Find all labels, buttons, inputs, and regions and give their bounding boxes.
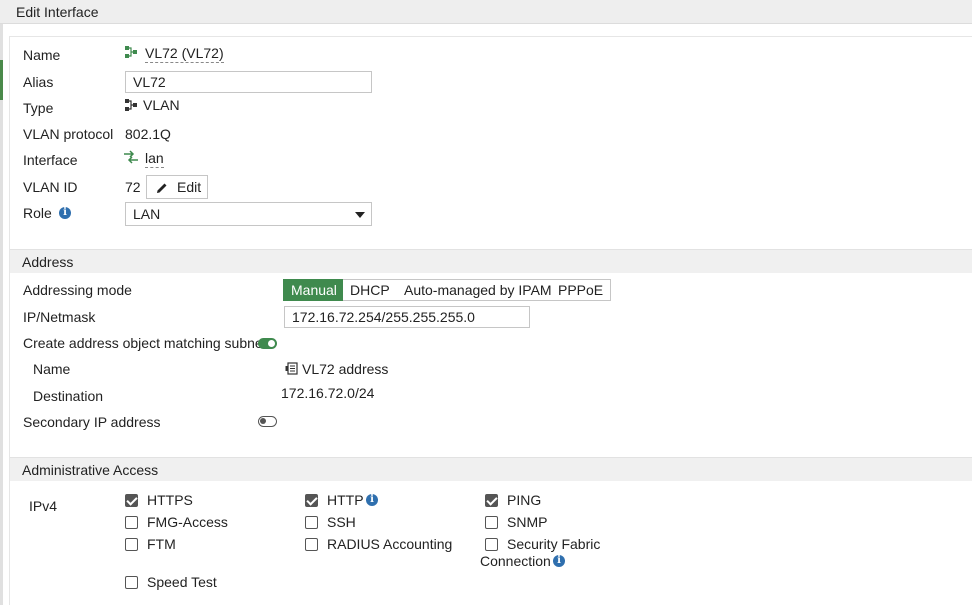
vlan-protocol-label: VLAN protocol <box>23 126 114 142</box>
security-fabric-label: Security Fabric <box>507 536 601 552</box>
https-checkbox[interactable] <box>125 494 138 507</box>
fmg-access-checkbox[interactable] <box>125 516 138 529</box>
type-value: VLAN <box>143 97 180 113</box>
alias-input[interactable]: VL72 <box>125 71 372 93</box>
radius-accounting-checkbox[interactable] <box>305 538 318 551</box>
name-label: Name <box>23 47 61 63</box>
edit-button-label: Edit <box>177 179 202 195</box>
pencil-icon <box>156 181 168 197</box>
security-fabric-label-line2: Connection <box>480 553 551 569</box>
ftm-label: FTM <box>147 536 176 552</box>
fmg-access-label: FMG-Access <box>147 514 228 530</box>
destination-value: 172.16.72.0/24 <box>281 385 375 401</box>
speed-test-checkbox[interactable] <box>125 576 138 589</box>
snmp-checkbox[interactable] <box>485 516 498 529</box>
destination-label: Destination <box>33 388 104 404</box>
mode-ipam-button[interactable]: Auto-managed by IPAM <box>397 279 560 301</box>
ping-checkbox[interactable] <box>485 494 498 507</box>
role-info-icon[interactable]: i <box>59 207 71 219</box>
admin-access-section-header: Administrative Access <box>10 457 972 481</box>
left-rail-accent <box>0 60 3 100</box>
create-object-label: Create address object matching subnet <box>23 335 267 351</box>
address-section-title: Address <box>22 254 74 270</box>
ssh-label: SSH <box>327 514 356 530</box>
vlan-protocol-value: 802.1Q <box>125 126 171 142</box>
interface-value-link[interactable]: lan <box>145 150 164 168</box>
object-name-label: Name <box>33 361 71 377</box>
type-label: Type <box>23 100 54 116</box>
secondary-ip-label: Secondary IP address <box>23 414 161 430</box>
radius-accounting-label: RADIUS Accounting <box>327 536 453 552</box>
secondary-ip-toggle[interactable] <box>258 416 277 427</box>
vlan-type-icon <box>124 98 138 115</box>
create-object-toggle[interactable] <box>258 338 277 349</box>
mode-pppoe-button[interactable]: PPPoE <box>551 279 612 301</box>
addressing-mode-label: Addressing mode <box>23 282 132 298</box>
security-fabric-info-icon[interactable]: i <box>553 555 565 567</box>
name-value-link[interactable]: VL72 (VL72) <box>145 45 224 63</box>
mode-manual-button[interactable]: Manual <box>283 279 345 301</box>
speed-test-label: Speed Test <box>147 574 217 590</box>
mode-dhcp-button[interactable]: DHCP <box>343 279 398 301</box>
port-icon <box>123 150 139 167</box>
dialog-title: Edit Interface <box>16 4 99 20</box>
interface-label: Interface <box>23 152 78 168</box>
ssh-checkbox[interactable] <box>305 516 318 529</box>
role-select-value: LAN <box>133 206 161 222</box>
role-label: Role <box>23 205 52 221</box>
object-name-value: VL72 address <box>302 361 389 377</box>
https-label: HTTPS <box>147 492 193 508</box>
http-label: HTTP <box>327 492 364 508</box>
http-checkbox[interactable] <box>305 494 318 507</box>
ping-label: PING <box>507 492 542 508</box>
address-section-header: Address <box>10 249 972 273</box>
ip-netmask-label: IP/Netmask <box>23 309 96 325</box>
address-object-icon <box>285 362 298 378</box>
chevron-down-icon <box>355 212 365 218</box>
ftm-checkbox[interactable] <box>125 538 138 551</box>
ip-netmask-input[interactable]: 172.16.72.254/255.255.255.0 <box>284 306 530 328</box>
http-info-icon[interactable]: i <box>366 494 378 506</box>
vlan-id-edit-button[interactable]: Edit <box>146 175 208 199</box>
ipv4-label: IPv4 <box>29 498 58 514</box>
vlan-interface-icon <box>124 45 138 62</box>
left-rail <box>0 24 3 605</box>
snmp-label: SNMP <box>507 514 548 530</box>
vlan-id-value: 72 <box>125 179 141 195</box>
admin-access-section-title: Administrative Access <box>22 462 159 478</box>
dialog-title-bar: Edit Interface <box>0 0 972 24</box>
alias-label: Alias <box>23 74 54 90</box>
role-select[interactable]: LAN <box>125 202 372 226</box>
security-fabric-checkbox[interactable] <box>485 538 498 551</box>
vlan-id-label: VLAN ID <box>23 179 78 195</box>
